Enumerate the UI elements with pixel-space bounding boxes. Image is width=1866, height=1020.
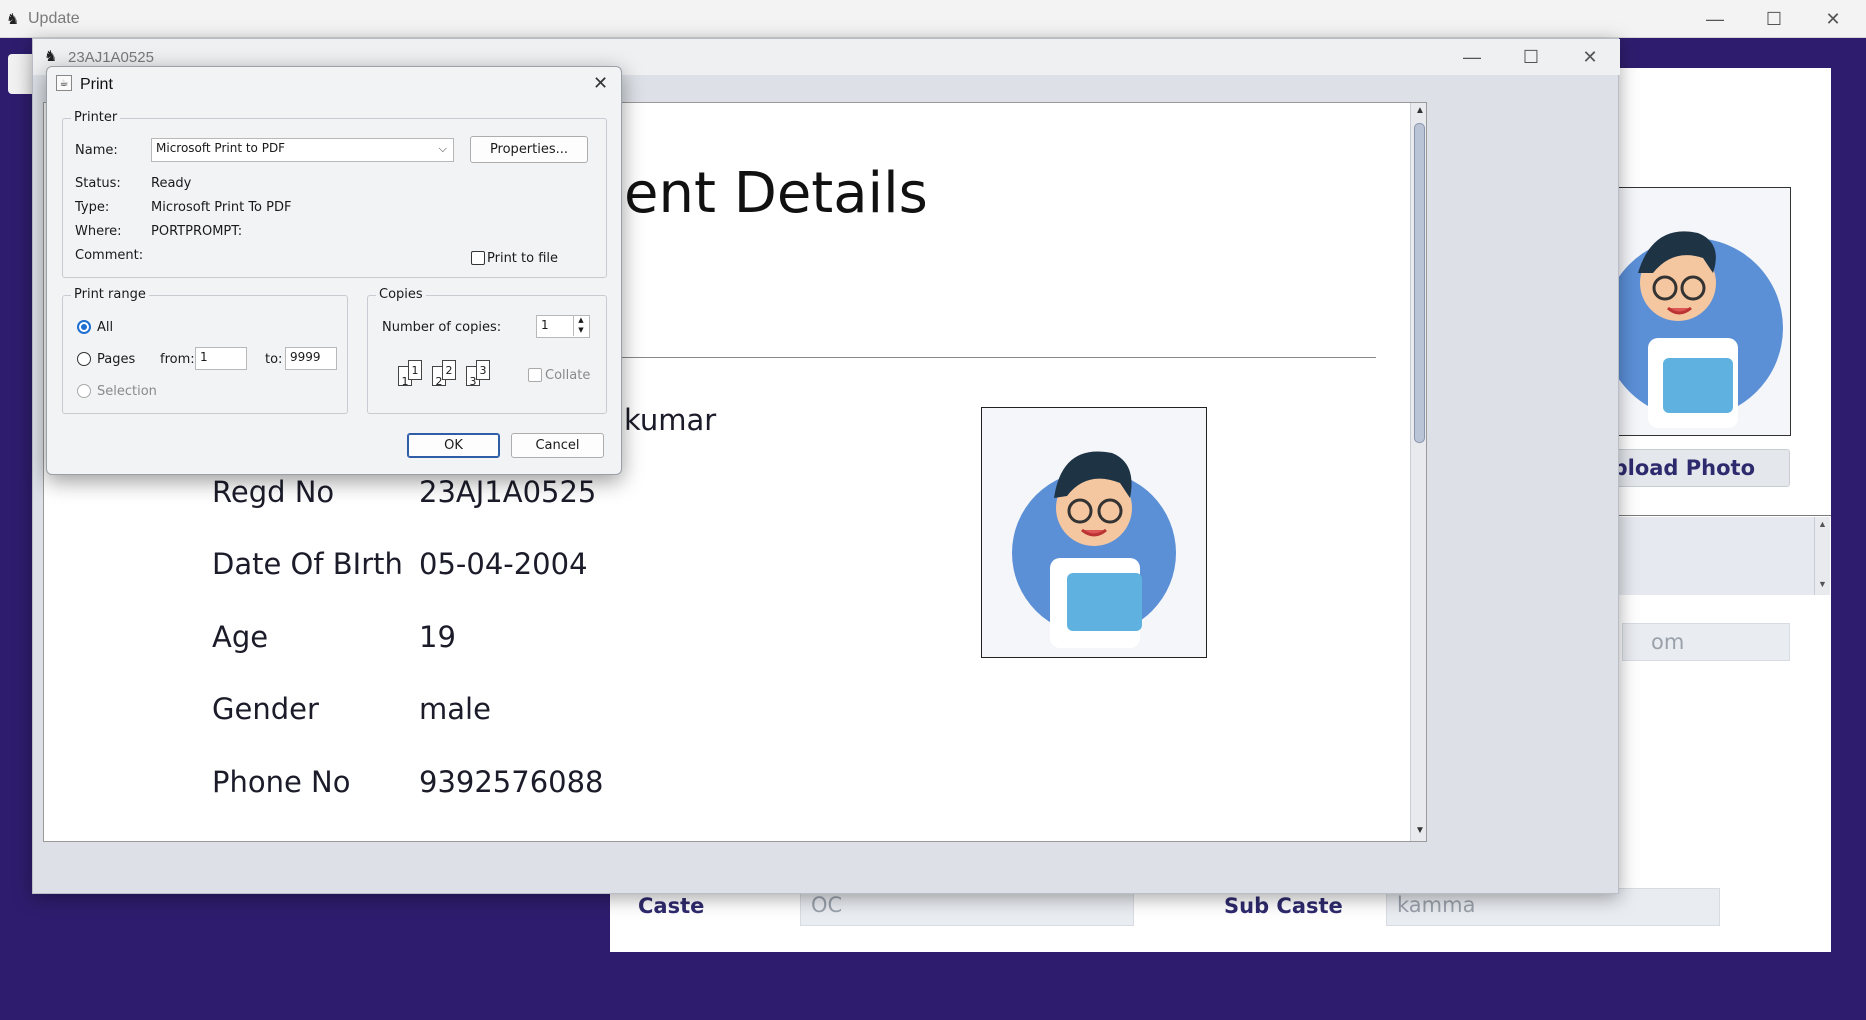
detail-label: Age [212, 620, 269, 654]
document-photo [981, 407, 1207, 658]
detail-label: Gender [212, 692, 319, 726]
status-value: Ready [151, 176, 192, 191]
print-dialog-close-button[interactable]: ✕ [593, 73, 608, 94]
detail-label: Date Of BIrth [212, 547, 403, 581]
print-dialog-title: Print [80, 76, 113, 93]
app-title-bar: ♞ Update — ☐ ✕ [0, 0, 1866, 38]
document-scrollbar[interactable]: ▲ ▼ [1410, 103, 1426, 841]
range-all-label: All [97, 320, 114, 335]
status-label: Status: [75, 176, 121, 191]
printer-group-title: Printer [71, 110, 121, 125]
comment-label: Comment: [75, 248, 144, 263]
scroll-down-icon[interactable]: ▼ [1415, 825, 1425, 836]
app-minimize-button[interactable]: — [1686, 0, 1744, 38]
profile-photo [1612, 187, 1791, 436]
where-value: PORTPROMPT: [151, 224, 243, 239]
to-label: to: [265, 352, 283, 367]
copies-label: Number of copies: [382, 320, 502, 335]
detail-value: male [419, 692, 491, 726]
app-logo-icon: ♞ [6, 11, 20, 28]
print-dialog: ☕ Print ✕ Printer Name: Microsoft Print … [46, 66, 622, 475]
heading-divider [622, 357, 1376, 358]
from-page-input[interactable]: 1 [195, 347, 247, 370]
detail-value: 19 [419, 620, 456, 654]
student-avatar-icon [1012, 451, 1176, 648]
student-avatar-icon [1613, 231, 1783, 428]
scroll-up-icon[interactable]: ▲ [1818, 519, 1827, 529]
app-window-title: Update [28, 10, 80, 27]
student-name-value: kumar [624, 403, 717, 437]
detail-value: 9392576088 [419, 765, 604, 799]
range-all-radio[interactable] [77, 320, 91, 334]
copies-group-title: Copies [376, 287, 426, 302]
detail-label: Regd No [212, 475, 335, 509]
detail-value: 05-04-2004 [419, 547, 588, 581]
subcaste-label: Sub Caste [1224, 894, 1343, 918]
detail-value: 23AJ1A0525 [419, 475, 597, 509]
printer-name-select[interactable]: Microsoft Print to PDF ⌵ [151, 138, 454, 162]
print-range-group-title: Print range [71, 287, 149, 302]
detail-label: Phone No [212, 765, 351, 799]
scroll-up-icon[interactable]: ▲ [1415, 105, 1425, 116]
print-to-file-checkbox[interactable] [471, 251, 485, 265]
from-label: from: [160, 352, 195, 367]
range-selection-label: Selection [97, 384, 157, 399]
collate-checkbox[interactable] [528, 368, 542, 382]
app-maximize-button[interactable]: ☐ [1745, 0, 1803, 38]
copies-group: Copies Number of copies: 1 ▲ ▼ 1 1 2 2 3… [367, 287, 607, 414]
type-value: Microsoft Print To PDF [151, 200, 292, 215]
scroll-thumb[interactable] [1414, 123, 1425, 443]
collate-pages-icon: 1 1 2 2 3 3 [398, 360, 498, 390]
copies-spinner[interactable]: 1 ▲ ▼ [536, 315, 590, 338]
viewer-close-button[interactable]: ✕ [1561, 39, 1619, 75]
spinner-down-icon[interactable]: ▼ [573, 326, 588, 336]
printer-group: Printer Name: Microsoft Print to PDF ⌵ P… [62, 110, 607, 278]
viewer-maximize-button[interactable]: ☐ [1502, 39, 1560, 75]
caste-label: Caste [638, 894, 705, 918]
viewer-window-title: 23AJ1A0525 [68, 49, 154, 66]
print-range-group: Print range All Pages from: 1 to: 9999 S… [62, 287, 348, 414]
ok-button[interactable]: OK [407, 433, 500, 458]
chevron-down-icon: ⌵ [438, 142, 447, 155]
print-dialog-icon: ☕ [56, 75, 72, 91]
name-label: Name: [75, 143, 118, 158]
range-pages-radio[interactable] [77, 352, 91, 366]
list-scrollbar[interactable]: ▲ ▼ [1814, 517, 1830, 595]
type-label: Type: [75, 200, 110, 215]
spinner-up-icon[interactable]: ▲ [573, 316, 588, 326]
range-pages-label: Pages [97, 352, 136, 367]
cancel-button[interactable]: Cancel [511, 433, 604, 458]
range-selection-radio[interactable] [77, 384, 91, 398]
properties-button[interactable]: Properties... [470, 136, 588, 163]
print-to-file-label: Print to file [487, 251, 559, 266]
viewer-minimize-button[interactable]: — [1443, 39, 1501, 75]
document-heading: ent Details [624, 161, 928, 226]
email-field[interactable]: om [1622, 623, 1790, 661]
app-close-button[interactable]: ✕ [1804, 0, 1862, 38]
to-page-input[interactable]: 9999 [285, 347, 337, 370]
collate-label: Collate [545, 368, 591, 383]
scroll-down-icon[interactable]: ▼ [1818, 579, 1827, 589]
where-label: Where: [75, 224, 122, 239]
viewer-logo-icon: ♞ [44, 48, 58, 65]
